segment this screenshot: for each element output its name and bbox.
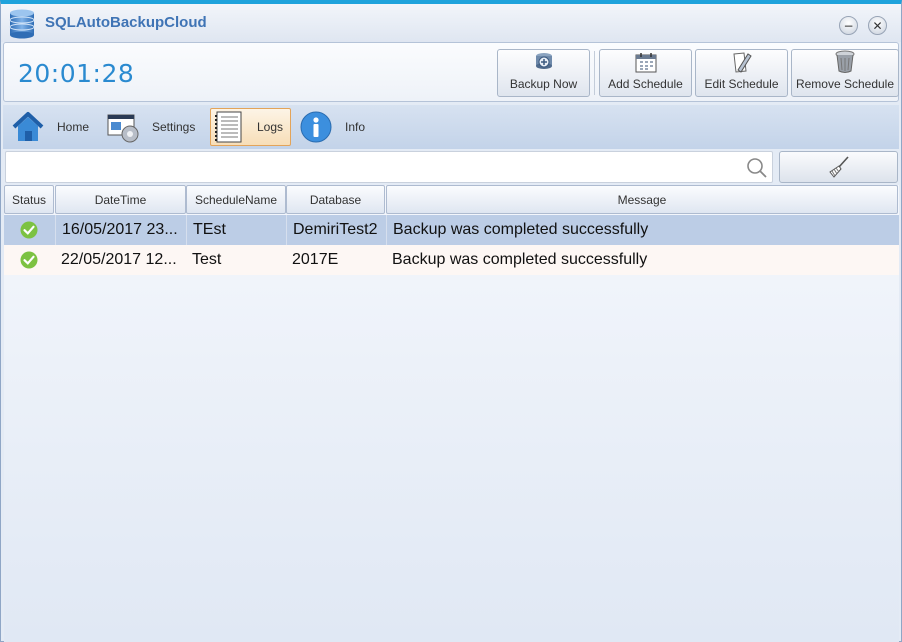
database-cell: DemiriTest2 — [286, 215, 385, 245]
calendar-icon — [635, 53, 656, 73]
nav-label-home: Home — [57, 120, 90, 134]
settings-icon — [107, 114, 139, 143]
add-schedule-label: Add Schedule — [608, 77, 683, 91]
column-header-schedulename[interactable]: ScheduleName — [186, 185, 286, 214]
search-icon[interactable] — [746, 157, 768, 179]
clock-display: 20:01:28 — [18, 59, 135, 88]
nav-item-home[interactable]: Home — [11, 108, 89, 146]
backup-now-button[interactable]: Backup Now — [497, 49, 590, 97]
datetime-cell: 16/05/2017 23... — [55, 215, 186, 245]
add-schedule-button[interactable]: Add Schedule — [599, 49, 692, 97]
column-header-message[interactable]: Message — [386, 185, 898, 214]
search-box[interactable] — [5, 151, 773, 183]
backup-now-label: Backup Now — [509, 77, 578, 91]
database-cell: 2017E — [292, 251, 339, 268]
close-button[interactable]: ✕ — [868, 16, 887, 35]
message-cell: Backup was completed successfully — [386, 215, 898, 245]
table-row[interactable]: 22/05/2017 12... Test 2017E Backup was c… — [4, 245, 899, 275]
success-check-icon — [20, 251, 38, 269]
toolbar-divider — [594, 51, 595, 95]
edit-icon — [732, 52, 752, 73]
app-title: SQLAutoBackupCloud — [45, 14, 207, 31]
column-header-status[interactable]: Status — [4, 185, 54, 214]
home-icon — [12, 112, 44, 141]
close-icon: ✕ — [872, 18, 883, 33]
column-header-database[interactable]: Database — [286, 185, 385, 214]
trash-icon — [835, 50, 855, 73]
status-cell — [4, 245, 54, 275]
nav-label-logs: Logs — [257, 120, 284, 134]
nav-item-logs[interactable]: Logs — [210, 108, 291, 146]
broom-icon — [828, 156, 849, 178]
message-cell: Backup was completed successfully — [392, 251, 648, 268]
search-row — [5, 151, 899, 183]
table-row[interactable]: 16/05/2017 23... TEst DemiriTest2 Backup… — [4, 215, 899, 245]
database-icon — [7, 7, 37, 39]
status-cell — [4, 215, 54, 245]
datetime-cell: 22/05/2017 12... — [61, 251, 177, 268]
nav-item-info[interactable]: Info — [299, 108, 365, 146]
edit-schedule-button[interactable]: Edit Schedule — [695, 49, 788, 97]
main-window: SQLAutoBackupCloud − ✕ 20:01:28 Backup N… — [0, 0, 902, 642]
clear-logs-button[interactable] — [779, 151, 898, 183]
info-icon — [300, 111, 332, 143]
remove-schedule-label: Remove Schedule — [795, 77, 895, 91]
nav-label-settings: Settings — [152, 120, 196, 134]
header-panel: 20:01:28 Backup Now Add Schedule Edit Sc… — [3, 42, 899, 102]
success-check-icon — [20, 221, 38, 239]
notebook-icon — [215, 111, 242, 143]
edit-schedule-label: Edit Schedule — [704, 77, 779, 91]
schedule-name-cell: Test — [192, 251, 222, 268]
grid-header: Status DateTime ScheduleName Database Me… — [4, 185, 899, 214]
nav-bar: Home Settings Logs Info — [3, 105, 899, 149]
nav-label-info: Info — [345, 120, 366, 134]
nav-item-settings[interactable]: Settings — [106, 108, 195, 146]
title-bar[interactable]: SQLAutoBackupCloud − ✕ — [1, 4, 901, 42]
backup-icon — [535, 53, 552, 69]
minimize-button[interactable]: − — [839, 16, 858, 35]
remove-schedule-button[interactable]: Remove Schedule — [791, 49, 899, 97]
schedule-name-cell: TEst — [186, 215, 286, 245]
logs-grid: Status DateTime ScheduleName Database Me… — [4, 185, 899, 642]
column-header-datetime[interactable]: DateTime — [55, 185, 186, 214]
search-input[interactable] — [12, 157, 732, 179]
minimize-icon: − — [843, 18, 854, 33]
